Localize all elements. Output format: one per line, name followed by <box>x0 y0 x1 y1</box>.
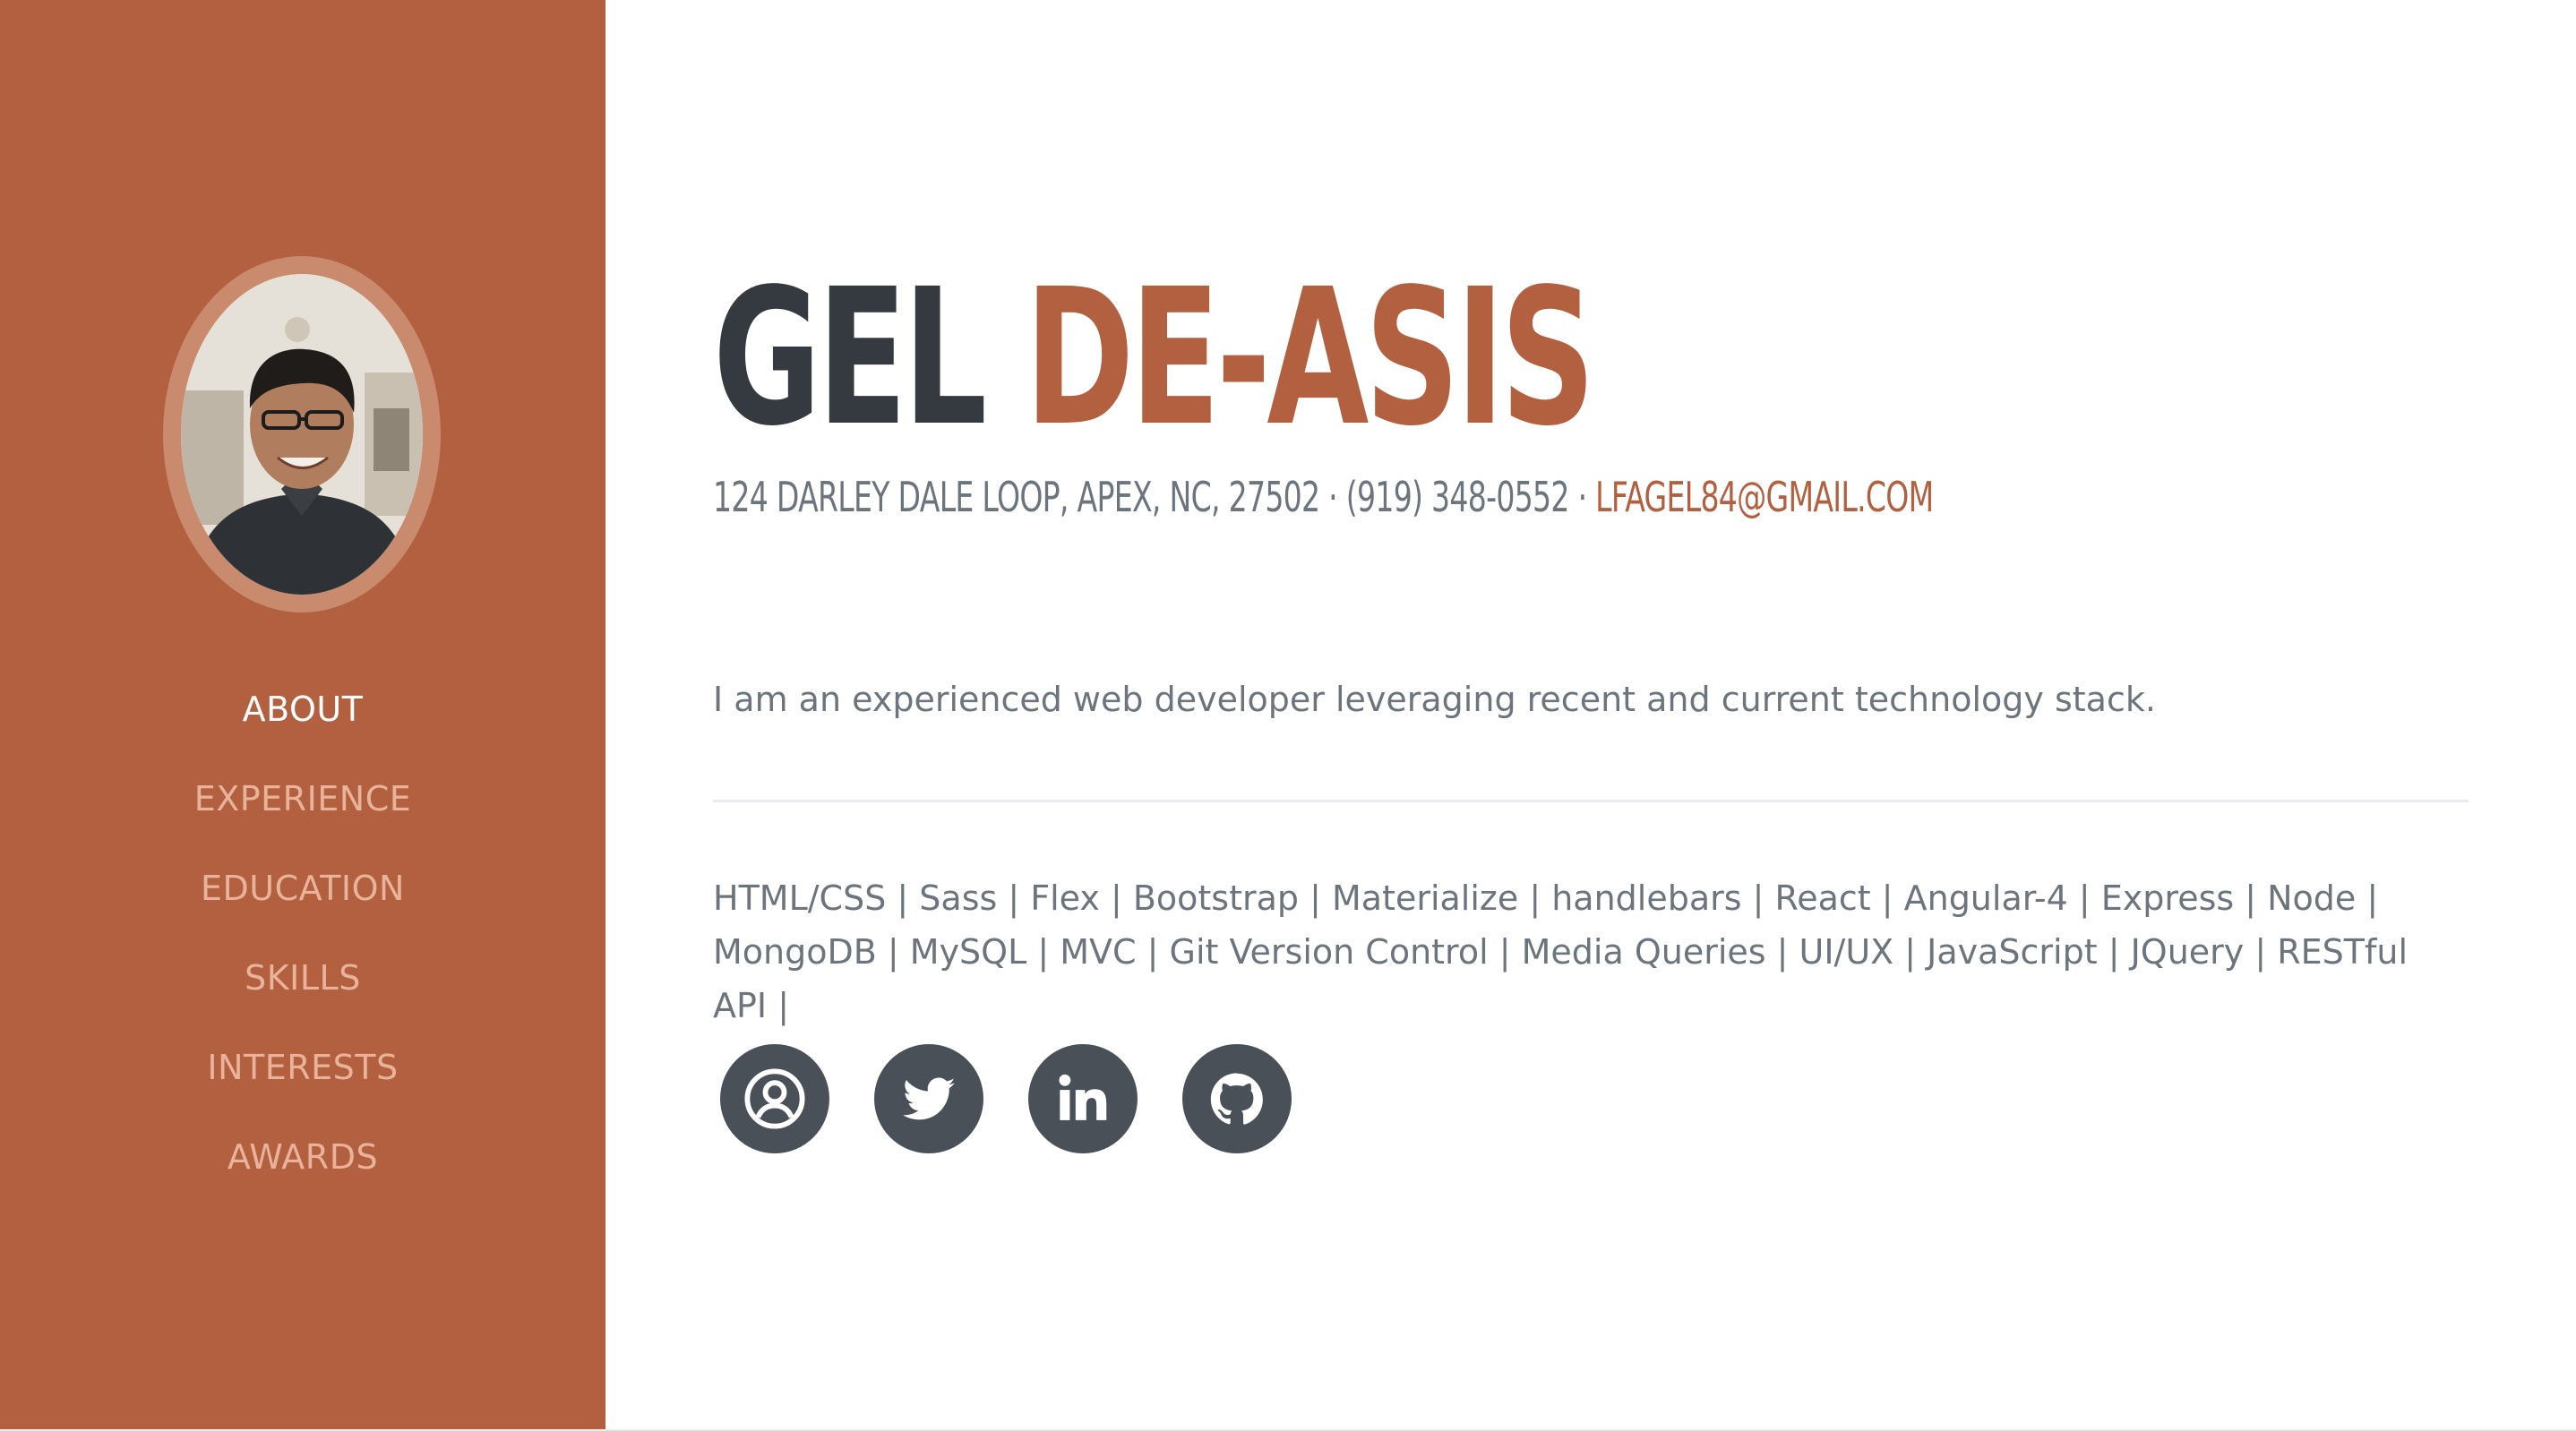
divider <box>713 800 2469 802</box>
social-icons <box>720 1044 1292 1153</box>
twitter-link[interactable] <box>874 1044 983 1153</box>
profile-link[interactable] <box>720 1044 829 1153</box>
avatar-ring <box>163 256 441 613</box>
nav-item-experience[interactable]: EXPERIENCE <box>0 754 605 844</box>
first-name: GEL <box>713 248 987 467</box>
sidebar: ABOUT EXPERIENCE EDUCATION SKILLS INTERE… <box>0 0 605 1431</box>
skills-list: HTML/CSS | Sass | Flex | Bootstrap | Mat… <box>713 878 2409 1025</box>
about-lead: I am an experienced web developer levera… <box>713 680 2156 719</box>
nav-item-interests[interactable]: INTERESTS <box>0 1023 605 1112</box>
page-title: GEL DE-ASIS <box>713 264 1595 452</box>
nav-item-about[interactable]: ABOUT <box>0 664 605 754</box>
nav-item-awards[interactable]: AWARDS <box>0 1112 605 1202</box>
github-icon <box>1210 1073 1263 1125</box>
linkedin-link[interactable] <box>1028 1044 1138 1153</box>
user-circle-icon <box>744 1068 805 1129</box>
nav-item-education[interactable]: EDUCATION <box>0 844 605 933</box>
nav-item-skills[interactable]: SKILLS <box>0 933 605 1023</box>
twitter-icon <box>903 1077 956 1120</box>
address-phone: 124 DARLEY DALE LOOP, APEX, NC, 27502 · … <box>713 473 1596 521</box>
last-name: DE-ASIS <box>1025 248 1595 467</box>
page: ABOUT EXPERIENCE EDUCATION SKILLS INTERE… <box>0 0 2576 1431</box>
email-link[interactable]: LFAGEL84@GMAIL.COM <box>1595 473 1934 521</box>
nav-menu: ABOUT EXPERIENCE EDUCATION SKILLS INTERE… <box>0 664 605 1202</box>
linkedin-icon <box>1059 1074 1107 1120</box>
avatar <box>181 274 423 595</box>
avatar-photo <box>181 274 423 595</box>
contact-info: 124 DARLEY DALE LOOP, APEX, NC, 27502 · … <box>713 467 1934 527</box>
github-link[interactable] <box>1182 1044 1292 1153</box>
